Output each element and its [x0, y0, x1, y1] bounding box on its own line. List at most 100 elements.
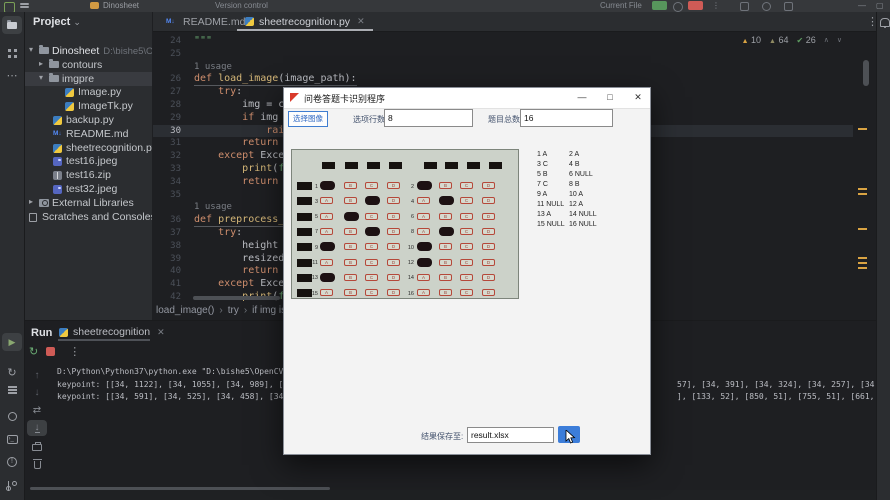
run-config-selector[interactable]: Current File	[600, 1, 642, 10]
project-path-hint: D:\bishe5\Ope	[103, 46, 152, 57]
question-number: 7	[314, 229, 318, 236]
line-number: 34	[170, 176, 181, 187]
filled-bubble	[320, 181, 335, 190]
titlebar-kebab-icon[interactable]: ⋮	[712, 1, 720, 10]
up-stack-icon[interactable]: ↑	[27, 367, 47, 383]
result-entry: 6 NULL	[569, 171, 593, 178]
soft-wrap-icon[interactable]: ⇄	[27, 402, 47, 418]
scrollbar-warning-mark[interactable]	[858, 257, 867, 259]
close-icon[interactable]: ✕	[357, 16, 365, 27]
scrollbar-warning-mark[interactable]	[858, 193, 867, 195]
breadcrumb-item[interactable]: load_image()	[156, 305, 214, 316]
profiler-tool-icon[interactable]	[2, 407, 22, 425]
stop-icon[interactable]	[46, 347, 56, 356]
tree-item-imagetk-py[interactable]: ImageTk.py	[25, 99, 152, 113]
tree-item-image-py[interactable]: Image.py	[25, 85, 152, 99]
scratch-icon	[29, 212, 37, 222]
question-number: 9	[314, 244, 318, 251]
run-button[interactable]	[652, 1, 667, 10]
stop-button[interactable]	[688, 1, 703, 10]
result-entry: 15 NULL	[537, 221, 565, 228]
tree-item-contours[interactable]: ▸ contours	[25, 58, 152, 72]
breadcrumb-separator: ›	[219, 305, 223, 316]
breadcrumb-item[interactable]: try	[228, 305, 239, 316]
chevron-down-icon[interactable]: ▾	[39, 73, 43, 82]
problems-tool-icon[interactable]: !	[2, 453, 22, 471]
terminal-tool-icon[interactable]: ›_	[2, 430, 22, 448]
scrollbar-warning-mark[interactable]	[858, 267, 867, 269]
tree-item-test32-jpeg[interactable]: test32.jpeg	[25, 182, 152, 196]
titlebar-project-name[interactable]: Dinosheet	[103, 1, 139, 10]
chevron-down-icon[interactable]: ▾	[29, 45, 33, 54]
dialog-maximize-button[interactable]: □	[598, 88, 622, 108]
option-bubble: A	[320, 212, 333, 220]
search-icon[interactable]	[762, 2, 771, 11]
debug-button[interactable]	[673, 2, 683, 12]
run-process-tab[interactable]: sheetrecognition ✕	[59, 326, 165, 338]
chevron-right-icon[interactable]: ▸	[29, 197, 33, 206]
code-line-26[interactable]: 26 def load_image(image_path):	[153, 73, 853, 87]
option-bubble: C	[460, 227, 473, 235]
code-line-25[interactable]: 25	[153, 48, 853, 61]
sheet-row: 11 A B C D 12 B C D	[292, 257, 518, 270]
close-icon[interactable]: ✕	[157, 327, 165, 338]
project-panel-header[interactable]: Project ⌄	[33, 16, 81, 28]
tree-item-external-libraries[interactable]: ▸ External Libraries	[25, 196, 152, 210]
select-image-button[interactable]: 选择图像	[288, 111, 328, 127]
console-line: keypoint: [[34, 591], [34, 525], [34, 45…	[57, 392, 294, 402]
print-icon[interactable]	[27, 439, 47, 455]
dialog-title-bar[interactable]: 问卷答题卡识别程序 — □ ✕	[284, 88, 650, 109]
tab-sheetrecognition[interactable]: sheetrecognition.py ✕	[237, 12, 373, 31]
dialog-minimize-button[interactable]: —	[570, 88, 594, 108]
tree-item-test16-jpeg[interactable]: test16.jpeg	[25, 154, 152, 168]
hamburger-menu-icon[interactable]	[20, 3, 29, 5]
chevron-right-icon[interactable]: ▸	[39, 59, 43, 68]
run-kebab-icon[interactable]: ⋮	[69, 345, 80, 358]
window-maximize-icon[interactable]: ▢	[876, 1, 884, 10]
editor-hscrollbar[interactable]	[193, 296, 280, 300]
dialog-close-button[interactable]: ✕	[626, 88, 650, 108]
notifications-bell-icon[interactable]	[880, 18, 890, 28]
commit-tool-icon[interactable]: ↻	[2, 363, 22, 381]
tree-item-readme-md[interactable]: M↓ README.md	[25, 127, 152, 141]
scrollbar-warning-mark[interactable]	[858, 228, 867, 230]
run-tool-icon[interactable]: ▶	[2, 333, 22, 351]
structure-tool-icon[interactable]	[2, 44, 22, 62]
settings-gear-icon[interactable]	[784, 2, 793, 11]
app-logo-icon	[4, 2, 15, 12]
tree-item-backup-py[interactable]: backup.py	[25, 113, 152, 127]
code-line-24[interactable]: 24 """	[153, 35, 853, 48]
down-stack-icon[interactable]: ↓	[27, 384, 47, 400]
sync-icon[interactable]	[740, 2, 749, 11]
rerun-icon[interactable]: ↻	[29, 345, 38, 358]
total-questions-input[interactable]	[520, 109, 613, 127]
option-bubble: D	[482, 258, 495, 266]
line-number: 24	[170, 36, 181, 46]
titlebar-vcs-widget[interactable]: Version control	[215, 1, 268, 10]
services-tool-icon[interactable]	[2, 381, 22, 399]
run-panel-title[interactable]: Run	[31, 327, 52, 339]
save-filename-input[interactable]	[467, 427, 554, 443]
sheet-row: 5ACD6ABCD	[292, 211, 518, 224]
project-tool-icon[interactable]	[2, 16, 22, 34]
scroll-to-end-icon[interactable]: ↓	[27, 420, 47, 436]
filled-bubble	[439, 196, 454, 206]
scrollbar-warning-mark[interactable]	[858, 188, 867, 190]
usage-hint[interactable]: 1 usage	[153, 61, 853, 74]
window-minimize-icon[interactable]: —	[858, 1, 866, 10]
tree-item-dinosheet[interactable]: ▾ DinosheetD:\bishe5\Ope	[25, 44, 152, 58]
scrollbar-warning-mark[interactable]	[858, 262, 867, 264]
more-tools-icon[interactable]: ⋯	[2, 66, 22, 84]
vcs-tool-icon[interactable]	[2, 477, 22, 495]
clear-console-icon[interactable]	[27, 457, 47, 473]
breadcrumb[interactable]: load_image() › try › if img is No	[156, 305, 302, 316]
line-number: 42	[170, 292, 181, 302]
tree-item-imgpre[interactable]: ▾ imgpre	[25, 71, 152, 86]
tree-item-test16-zip[interactable]: test16.zip	[25, 168, 152, 182]
tree-item-sheetrecognition-py[interactable]: sheetrecognition.py	[25, 141, 152, 155]
editor-vscrollbar[interactable]	[863, 60, 869, 86]
option-bubble: A	[417, 212, 430, 220]
option-rows-input[interactable]	[384, 109, 473, 127]
scrollbar-warning-mark[interactable]	[858, 128, 867, 130]
tree-item-scratches-and-consoles[interactable]: Scratches and Consoles	[25, 210, 152, 224]
